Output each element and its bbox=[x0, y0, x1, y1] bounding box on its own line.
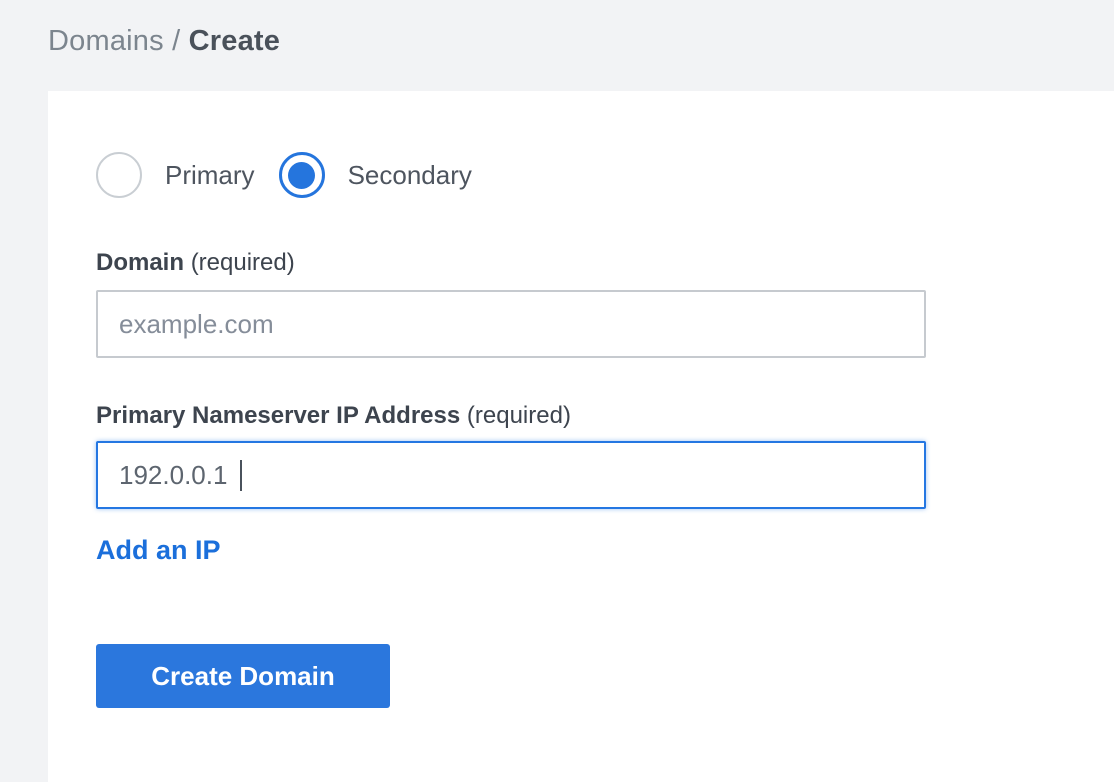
ip-field-label: Primary Nameserver IP Address (required) bbox=[96, 402, 1066, 430]
page-header: Domains / Create bbox=[0, 0, 1114, 91]
ip-required-note: (required) bbox=[467, 402, 571, 429]
ip-label-text: Primary Nameserver IP Address bbox=[96, 402, 460, 429]
radio-primary-icon[interactable] bbox=[96, 152, 142, 198]
radio-option-secondary[interactable]: Secondary bbox=[279, 152, 472, 198]
radio-secondary-label: Secondary bbox=[348, 160, 472, 191]
breadcrumb-create: Create bbox=[189, 25, 280, 57]
radio-selected-dot bbox=[288, 162, 315, 189]
domain-type-radio-group: Primary Secondary bbox=[96, 152, 1066, 198]
domain-label-text: Domain bbox=[96, 249, 184, 276]
primary-ns-ip-input[interactable] bbox=[96, 441, 926, 509]
breadcrumb-domains[interactable]: Domains / bbox=[48, 25, 180, 57]
create-domain-card: Primary Secondary Domain (required) Prim… bbox=[48, 91, 1114, 782]
domain-field-label: Domain (required) bbox=[96, 249, 1066, 277]
radio-secondary-icon[interactable] bbox=[279, 152, 325, 198]
domain-input[interactable] bbox=[96, 290, 926, 358]
breadcrumb: Domains / Create bbox=[48, 25, 1114, 58]
add-ip-link[interactable]: Add an IP bbox=[96, 535, 221, 566]
domain-input-wrap bbox=[96, 290, 926, 358]
radio-primary-label: Primary bbox=[165, 160, 255, 191]
radio-option-primary[interactable]: Primary bbox=[96, 152, 255, 198]
domain-required-note: (required) bbox=[191, 249, 295, 276]
ip-input-wrap bbox=[96, 441, 926, 509]
create-domain-button[interactable]: Create Domain bbox=[96, 644, 390, 708]
